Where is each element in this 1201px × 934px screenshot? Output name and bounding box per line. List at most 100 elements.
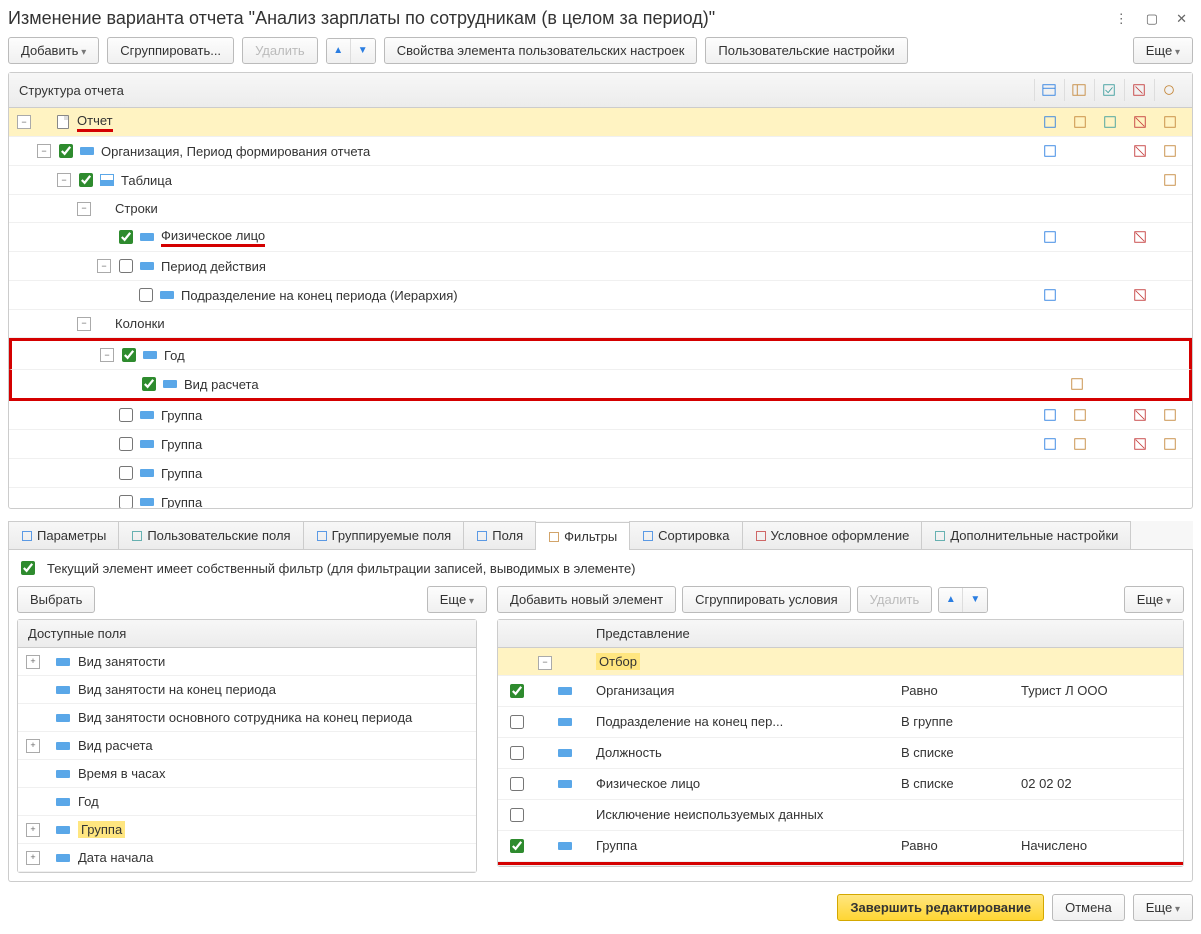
col-icon-5[interactable] bbox=[1154, 79, 1182, 101]
menu-dots-icon[interactable]: ⋮ bbox=[1109, 9, 1134, 29]
expander-icon[interactable]: + bbox=[26, 823, 40, 837]
tab-фильтры[interactable]: Фильтры bbox=[535, 522, 630, 550]
row-checkbox[interactable] bbox=[59, 144, 73, 158]
row-setting-icon[interactable] bbox=[1036, 170, 1064, 190]
row-setting-icon[interactable] bbox=[1036, 112, 1064, 132]
available-field-row[interactable]: +Дата начала bbox=[18, 844, 476, 872]
expander-icon[interactable]: − bbox=[97, 259, 111, 273]
available-field-row[interactable]: +Вид занятости bbox=[18, 648, 476, 676]
tree-row[interactable]: −Период действия bbox=[9, 252, 1192, 281]
filter-row[interactable]: −Отбор bbox=[498, 648, 1183, 676]
move-down-button[interactable] bbox=[351, 39, 375, 63]
expander-icon[interactable]: + bbox=[26, 655, 40, 669]
col-icon-4[interactable] bbox=[1124, 79, 1152, 101]
tree-row[interactable]: Подразделение на конец периода (Иерархия… bbox=[9, 281, 1192, 310]
available-field-row[interactable]: Время в часах bbox=[18, 760, 476, 788]
row-checkbox[interactable] bbox=[119, 408, 133, 422]
filter-move-down[interactable] bbox=[963, 588, 987, 612]
row-setting-icon[interactable] bbox=[1156, 405, 1184, 425]
footer-more-button[interactable]: Еще bbox=[1133, 894, 1193, 921]
finish-button[interactable]: Завершить редактирование bbox=[837, 894, 1044, 921]
row-setting-icon[interactable] bbox=[1096, 434, 1124, 454]
row-checkbox[interactable] bbox=[139, 288, 153, 302]
row-setting-icon[interactable] bbox=[1096, 112, 1124, 132]
row-checkbox[interactable] bbox=[119, 466, 133, 480]
row-setting-icon[interactable] bbox=[1126, 227, 1154, 247]
row-setting-icon[interactable] bbox=[1126, 285, 1154, 305]
expander-icon[interactable]: + bbox=[26, 739, 40, 753]
row-setting-icon[interactable] bbox=[1036, 405, 1064, 425]
row-setting-icon[interactable] bbox=[1036, 227, 1064, 247]
row-checkbox[interactable] bbox=[122, 348, 136, 362]
row-setting-icon[interactable] bbox=[1066, 141, 1094, 161]
tab-группируемые-поля[interactable]: Группируемые поля bbox=[303, 521, 465, 549]
row-checkbox[interactable] bbox=[119, 437, 133, 451]
tree-row[interactable]: Группа bbox=[9, 459, 1192, 488]
col-icon-2[interactable] bbox=[1064, 79, 1092, 101]
expander-icon[interactable]: − bbox=[77, 317, 91, 331]
filter-checkbox[interactable] bbox=[510, 839, 524, 853]
row-setting-icon[interactable] bbox=[1066, 405, 1094, 425]
tree-row[interactable]: Группа bbox=[9, 401, 1192, 430]
row-setting-icon[interactable] bbox=[1066, 285, 1094, 305]
tree-row[interactable]: −Организация, Период формирования отчета bbox=[9, 137, 1192, 166]
available-field-row[interactable]: +Группа bbox=[18, 816, 476, 844]
filter-row[interactable]: Физическое лицоВ списке02 02 02 bbox=[498, 768, 1183, 799]
tree-row[interactable]: −Колонки bbox=[9, 310, 1192, 338]
filter-move-up[interactable] bbox=[939, 588, 963, 612]
row-setting-icon[interactable] bbox=[1126, 112, 1154, 132]
row-setting-icon[interactable] bbox=[1096, 405, 1124, 425]
filter-row[interactable]: ГруппаРавноНачислено bbox=[498, 830, 1183, 861]
available-field-row[interactable]: Вид занятости основного сотрудника на ко… bbox=[18, 704, 476, 732]
tab-условное-оформление[interactable]: Условное оформление bbox=[742, 521, 923, 549]
row-setting-icon[interactable] bbox=[1033, 374, 1061, 394]
delete-button[interactable]: Удалить bbox=[242, 37, 318, 64]
filter-checkbox[interactable] bbox=[510, 684, 524, 698]
tab-поля[interactable]: Поля bbox=[463, 521, 536, 549]
row-checkbox[interactable] bbox=[79, 173, 93, 187]
row-checkbox[interactable] bbox=[119, 259, 133, 273]
tab-дополнительные-настройки[interactable]: Дополнительные настройки bbox=[921, 521, 1131, 549]
group-conditions-button[interactable]: Сгруппировать условия bbox=[682, 586, 851, 613]
own-filter-checkbox[interactable] bbox=[21, 561, 35, 575]
expander-icon[interactable]: − bbox=[37, 144, 51, 158]
row-setting-icon[interactable] bbox=[1096, 285, 1124, 305]
expander-icon[interactable]: − bbox=[17, 115, 31, 129]
filter-row[interactable]: ДолжностьВ списке bbox=[498, 737, 1183, 768]
user-settings-button[interactable]: Пользовательские настройки bbox=[705, 37, 907, 64]
expander-icon[interactable]: − bbox=[77, 202, 91, 216]
row-setting-icon[interactable] bbox=[1126, 405, 1154, 425]
add-filter-button[interactable]: Добавить новый элемент bbox=[497, 586, 676, 613]
available-field-row[interactable]: Вид занятости на конец периода bbox=[18, 676, 476, 704]
row-setting-icon[interactable] bbox=[1093, 374, 1121, 394]
expander-icon[interactable]: − bbox=[57, 173, 71, 187]
row-setting-icon[interactable] bbox=[1066, 227, 1094, 247]
row-setting-icon[interactable] bbox=[1123, 374, 1151, 394]
tree-row[interactable]: −Строки bbox=[9, 195, 1192, 223]
row-setting-icon[interactable] bbox=[1126, 141, 1154, 161]
left-more-button[interactable]: Еще bbox=[427, 586, 487, 613]
row-setting-icon[interactable] bbox=[1126, 170, 1154, 190]
row-setting-icon[interactable] bbox=[1066, 170, 1094, 190]
tree-row[interactable]: −Год bbox=[9, 338, 1192, 370]
tree-row[interactable]: −Таблица bbox=[9, 166, 1192, 195]
row-setting-icon[interactable] bbox=[1156, 227, 1184, 247]
tab-пользовательские-поля[interactable]: Пользовательские поля bbox=[118, 521, 303, 549]
right-more-button[interactable]: Еще bbox=[1124, 586, 1184, 613]
structure-tree[interactable]: −Отчет−Организация, Период формирования … bbox=[9, 108, 1192, 508]
row-setting-icon[interactable] bbox=[1096, 141, 1124, 161]
tree-row[interactable]: Физическое лицо bbox=[9, 223, 1192, 252]
tree-row[interactable]: Вид расчета bbox=[9, 370, 1192, 401]
row-setting-icon[interactable] bbox=[1036, 285, 1064, 305]
move-up-button[interactable] bbox=[327, 39, 351, 63]
filter-row[interactable]: Подразделение на конец пер...В группе bbox=[498, 706, 1183, 737]
group-button[interactable]: Сгруппировать... bbox=[107, 37, 234, 64]
filter-row[interactable]: Исключение неиспользуемых данных bbox=[498, 799, 1183, 830]
expander-icon[interactable]: − bbox=[538, 656, 552, 670]
select-button[interactable]: Выбрать bbox=[17, 586, 95, 613]
col-icon-1[interactable] bbox=[1034, 79, 1062, 101]
window-restore-icon[interactable]: ▢ bbox=[1140, 9, 1164, 29]
filter-row[interactable]: ОрганизацияРавноТурист Л ООО bbox=[498, 675, 1183, 706]
tab-параметры[interactable]: Параметры bbox=[8, 521, 119, 549]
row-setting-icon[interactable] bbox=[1096, 227, 1124, 247]
